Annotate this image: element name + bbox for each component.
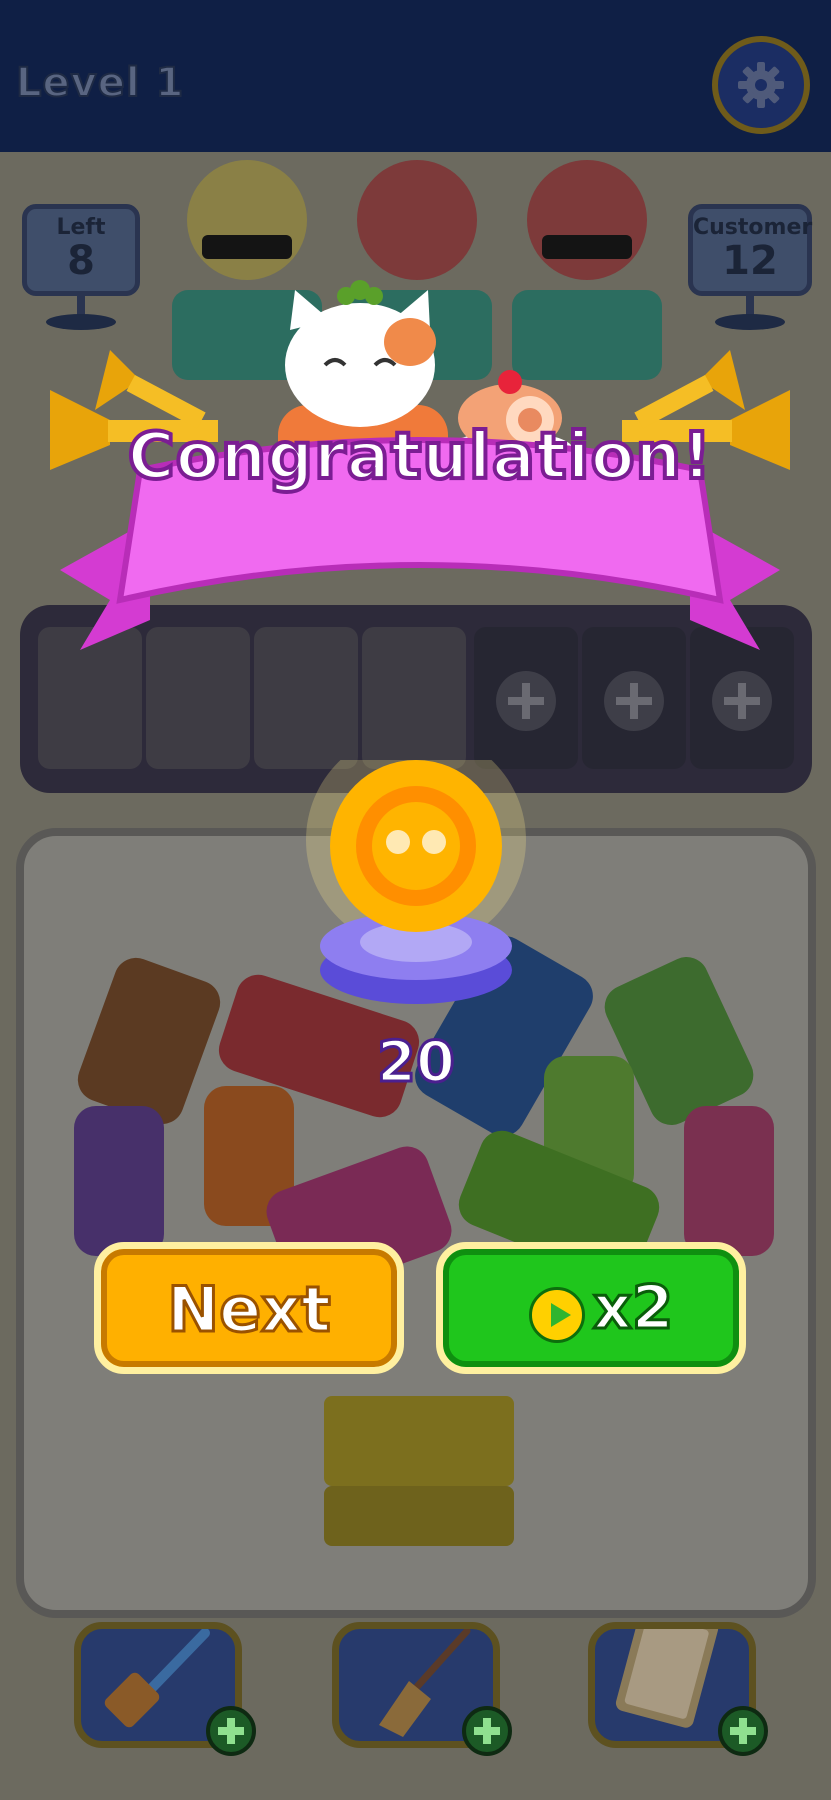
double-reward-label: x2 bbox=[591, 1272, 674, 1345]
gear-icon bbox=[738, 62, 784, 108]
cake-roll bbox=[324, 1396, 514, 1486]
customer-head bbox=[527, 160, 647, 280]
plus-icon bbox=[604, 671, 664, 731]
add-spatula-button[interactable] bbox=[206, 1706, 256, 1756]
add-order-list-button[interactable] bbox=[718, 1706, 768, 1756]
settings-button[interactable] bbox=[712, 36, 810, 134]
next-button[interactable]: Next bbox=[94, 1242, 404, 1374]
reward-display bbox=[300, 760, 532, 1020]
coin-icon bbox=[306, 760, 526, 1004]
reward-amount: 20 bbox=[376, 1029, 457, 1097]
customer-head bbox=[357, 160, 477, 280]
cake-roll bbox=[684, 1106, 774, 1256]
congratulation-title: Congratulation! bbox=[126, 418, 714, 496]
plus-icon bbox=[496, 671, 556, 731]
customer-counter-label: Customer bbox=[693, 215, 813, 240]
add-broom-button[interactable] bbox=[462, 1706, 512, 1756]
cake-roll bbox=[74, 1106, 164, 1256]
congratulation-banner: Congratulation! bbox=[40, 270, 800, 670]
cake-roll bbox=[324, 1486, 514, 1546]
left-counter-label: Left bbox=[56, 215, 106, 240]
double-reward-button[interactable]: x2 bbox=[436, 1242, 746, 1374]
next-button-label: Next bbox=[166, 1272, 333, 1348]
level-label: Level 1 bbox=[15, 59, 185, 107]
play-video-icon bbox=[529, 1287, 585, 1343]
customer-head bbox=[187, 160, 307, 280]
plus-icon bbox=[712, 671, 772, 731]
sunglasses bbox=[202, 235, 292, 259]
sunglasses bbox=[542, 235, 632, 259]
cake-roll bbox=[71, 951, 227, 1131]
